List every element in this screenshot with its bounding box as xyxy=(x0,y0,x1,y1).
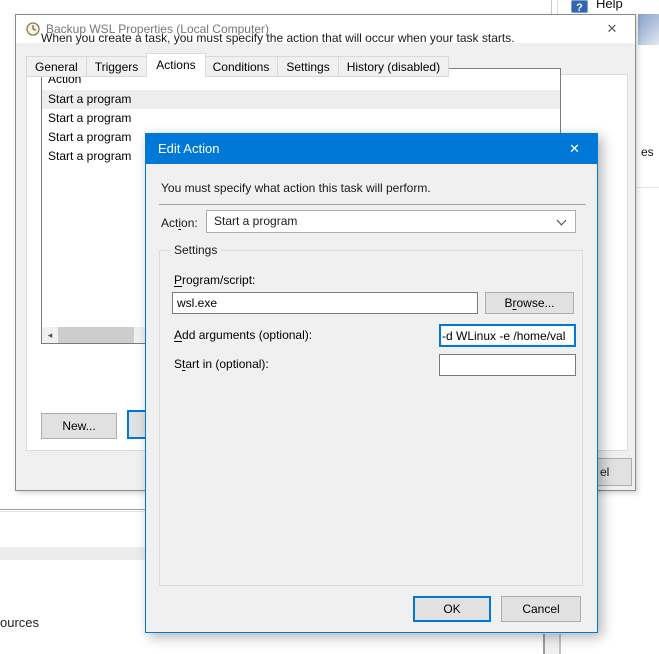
close-icon[interactable]: ✕ xyxy=(552,134,597,164)
tab-actions[interactable]: Actions xyxy=(146,53,205,77)
background-row-fragment xyxy=(0,547,145,560)
add-arguments-input[interactable] xyxy=(439,324,576,347)
tab-conditions[interactable]: Conditions xyxy=(205,56,279,77)
chevron-down-icon xyxy=(557,216,567,226)
cancel-button[interactable]: Cancel xyxy=(501,596,581,622)
start-in-input[interactable] xyxy=(439,354,576,376)
dialog-description: You must specify what action this task w… xyxy=(161,181,431,195)
background-banner-fragment xyxy=(638,14,659,45)
tab-general[interactable]: General xyxy=(26,56,87,77)
background-divider xyxy=(637,187,659,188)
properties-cancel-button-fragment[interactable]: el xyxy=(597,458,632,486)
divider xyxy=(159,204,586,205)
action-label: Action: xyxy=(161,216,198,230)
list-item[interactable]: Start a program xyxy=(42,90,560,109)
list-item[interactable]: Start a program xyxy=(42,109,560,128)
background-divider xyxy=(0,509,145,510)
tab-settings[interactable]: Settings xyxy=(278,56,338,77)
background-text-fragment: es xyxy=(641,145,654,159)
scroll-left-icon[interactable]: ◂ xyxy=(42,327,58,343)
action-select-value: Start a program xyxy=(214,211,297,232)
start-in-label: Start in (optional): xyxy=(174,357,269,371)
background-divider xyxy=(559,634,561,654)
browse-button[interactable]: Browse... xyxy=(485,292,574,314)
program-script-label: Program/script: xyxy=(174,273,255,287)
edit-button-fragment[interactable] xyxy=(127,410,147,439)
add-arguments-label: Add arguments (optional): xyxy=(174,328,312,342)
tab-strip: General Triggers Actions Conditions Sett… xyxy=(26,53,449,77)
actions-description: When you create a task, you must specify… xyxy=(41,31,601,45)
toolbar-separator xyxy=(557,0,558,14)
settings-group-label: Settings xyxy=(170,243,221,257)
tab-triggers[interactable]: Triggers xyxy=(87,56,148,77)
ok-button[interactable]: OK xyxy=(413,596,491,622)
background-divider xyxy=(0,511,145,512)
program-script-input[interactable] xyxy=(172,292,478,314)
help-menu-item[interactable]: Help xyxy=(596,0,623,11)
toolbar-separator xyxy=(551,0,552,14)
action-select[interactable]: Start a program xyxy=(206,210,576,233)
help-icon[interactable]: ? xyxy=(571,0,588,13)
tab-history[interactable]: History (disabled) xyxy=(339,56,449,77)
task-scheduler-icon xyxy=(26,22,40,36)
dialog-titlebar: Edit Action ✕ xyxy=(146,134,597,164)
background-text-fragment: ources xyxy=(0,615,39,630)
edit-action-dialog: Edit Action ✕ You must specify what acti… xyxy=(145,133,598,633)
settings-group: Settings Program/script: Browse... Add a… xyxy=(159,250,583,586)
scrollbar-thumb[interactable] xyxy=(58,327,134,343)
close-icon[interactable]: ✕ xyxy=(597,15,627,43)
screen: ? Help es ources el Backup WSL Propertie… xyxy=(0,0,659,654)
background-divider xyxy=(543,634,545,654)
dialog-title: Edit Action xyxy=(158,134,219,164)
new-button[interactable]: New... xyxy=(41,413,117,439)
